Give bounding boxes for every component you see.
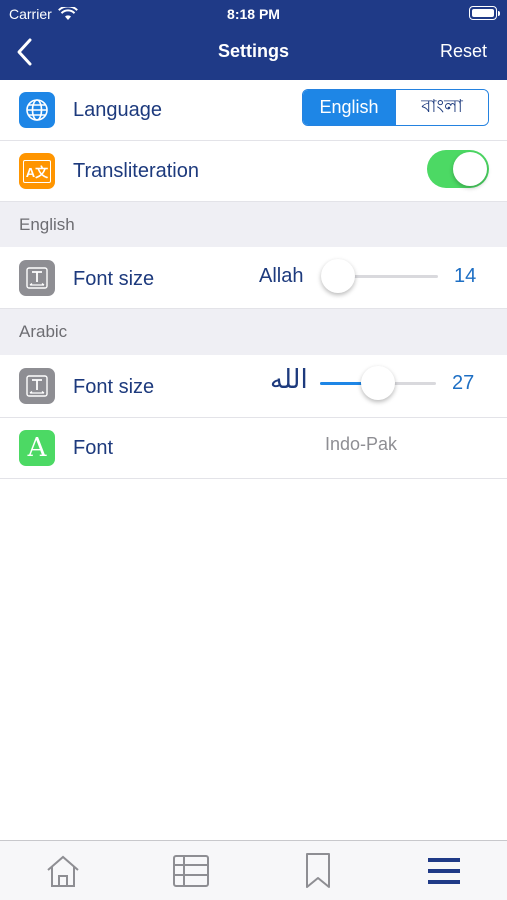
transliteration-label: Transliteration [73,160,199,182]
page-title: Settings [217,41,289,61]
arabic-preview-text: الله [270,365,308,395]
status-bar: Carrier 8:18 PM [0,0,507,28]
battery-icon [469,6,500,20]
transliteration-toggle[interactable] [427,150,489,188]
tab-bar [0,840,507,900]
english-slider-knob[interactable] [321,259,356,293]
tab-list[interactable] [171,851,211,891]
font-value[interactable]: Indo-Pak [325,434,397,455]
english-font-size-value: 14 [454,265,477,287]
font-letter-icon: A [19,430,55,466]
list-icon [173,855,209,887]
arabic-font-size-value: 27 [452,372,475,394]
tab-menu[interactable] [424,851,464,891]
language-label: Language [73,99,162,121]
english-font-slider[interactable] [321,259,438,293]
reset-button[interactable]: Reset [440,41,487,62]
home-icon [47,855,79,887]
english-font-size-label: Font size [73,268,155,290]
arabic-font-size-row: Font size الله 27 [0,355,507,418]
font-row[interactable]: A Font [0,418,507,479]
section-header-english: English [0,202,507,247]
arabic-slider-knob[interactable] [361,366,395,400]
bookmark-icon [306,853,330,888]
transliteration-icon: A文 [19,153,55,189]
navbar: Settings Reset [0,28,507,80]
tab-bookmarks[interactable] [298,851,338,891]
english-preview-text: Allah [259,265,304,287]
text-size-icon [19,260,55,296]
menu-icon [428,858,460,884]
arabic-font-slider[interactable] [320,366,436,400]
language-option-bangla[interactable]: বাংলা [395,90,488,125]
text-size-icon [19,368,55,404]
english-font-size-row: Font size Allah 14 [0,247,507,309]
header: Carrier 8:18 PM Settings Reset [0,0,507,80]
language-option-english[interactable]: English [303,90,395,125]
status-time: 8:18 PM [227,6,280,22]
tab-home[interactable] [43,851,83,891]
globe-icon [19,92,55,128]
arabic-font-size-label: Font size [73,376,155,398]
language-segmented-control: English বাংলা [302,89,489,126]
font-label: Font [73,437,114,459]
section-header-arabic: Arabic [0,309,507,355]
